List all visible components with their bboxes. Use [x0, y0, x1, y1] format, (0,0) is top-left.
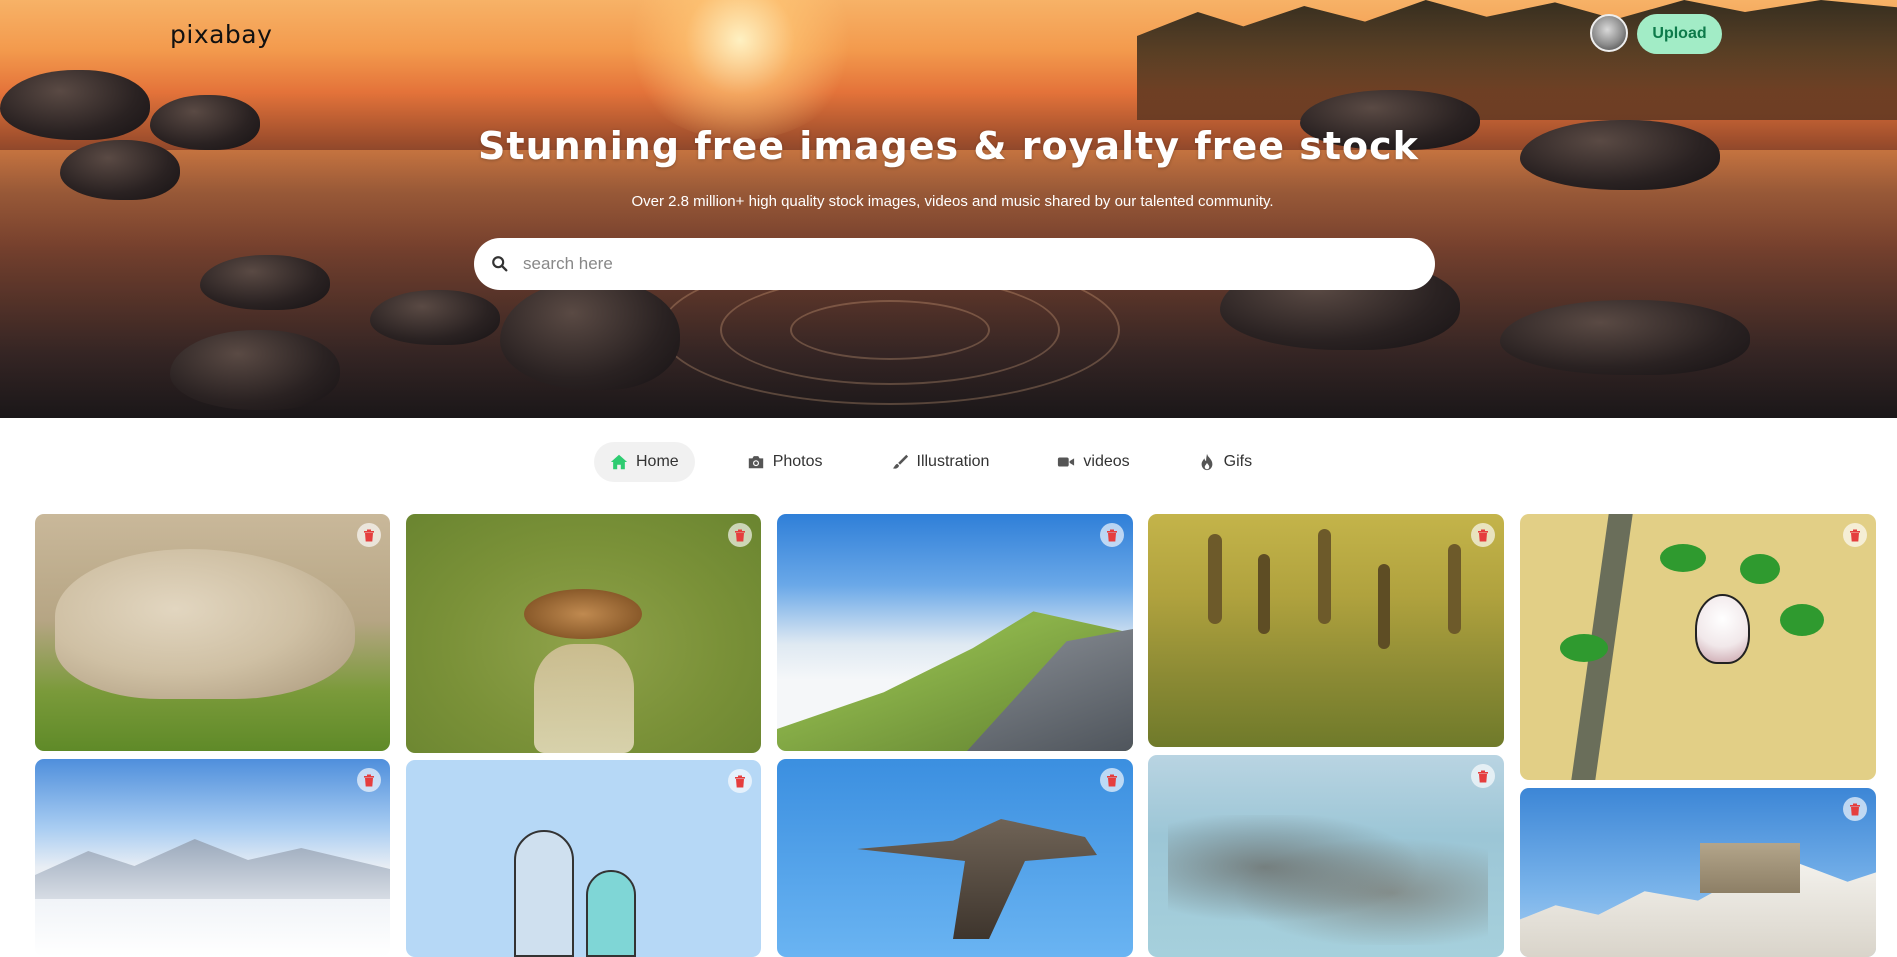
delete-button[interactable] [1471, 523, 1495, 547]
search-input[interactable] [523, 244, 1403, 284]
gallery-image[interactable] [1148, 755, 1504, 957]
image-detail [1780, 604, 1824, 636]
delete-button[interactable] [1843, 797, 1867, 821]
nav-item-label: Gifs [1223, 453, 1253, 470]
hero-rock [170, 330, 340, 410]
trash-icon [1107, 529, 1117, 541]
search-icon [492, 256, 508, 272]
image-detail [55, 549, 355, 699]
gallery-image[interactable] [406, 760, 761, 957]
image-detail [524, 589, 642, 639]
gallery-image[interactable] [1520, 788, 1876, 957]
hero-rock [200, 255, 330, 310]
image-detail [1448, 544, 1461, 634]
trash-icon [1478, 529, 1488, 541]
image-detail [1695, 594, 1750, 664]
hero-treeline [1137, 0, 1897, 120]
image-detail [586, 870, 636, 957]
nav-item-photos[interactable]: Photos [731, 442, 839, 482]
nav-item-label: Home [636, 453, 679, 470]
nav-item-label: Illustration [916, 453, 990, 470]
nav-item-home[interactable]: Home [594, 442, 695, 482]
delete-button[interactable] [728, 523, 752, 547]
image-detail [1740, 554, 1780, 584]
gallery-image[interactable] [1520, 514, 1876, 780]
delete-button[interactable] [357, 768, 381, 792]
image-detail [514, 830, 574, 957]
nav-item-gifs[interactable]: Gifs [1182, 442, 1268, 482]
trash-icon [1850, 529, 1860, 541]
fire-icon [1201, 453, 1213, 471]
image-detail [1258, 554, 1270, 634]
nav-item-illustration[interactable]: Illustration [875, 442, 1006, 482]
image-detail [1560, 634, 1608, 662]
trash-icon [735, 529, 745, 541]
search-bar[interactable] [474, 238, 1435, 290]
gallery-image[interactable] [406, 514, 761, 753]
gallery-image[interactable] [35, 514, 390, 751]
image-detail [1208, 534, 1222, 624]
gallery-image[interactable] [777, 514, 1133, 751]
delete-button[interactable] [1471, 764, 1495, 788]
hero-rock [370, 290, 500, 345]
category-nav: Home Photos Illustration videos Gifs [594, 442, 1304, 482]
upload-button[interactable]: Upload [1637, 14, 1722, 54]
paintbrush-icon [892, 454, 908, 469]
camera-icon [748, 456, 763, 469]
image-detail [35, 839, 390, 899]
trash-icon [364, 529, 374, 541]
image-detail [1660, 544, 1706, 572]
delete-button[interactable] [1100, 768, 1124, 792]
nav-item-label: videos [1083, 453, 1130, 470]
hero-banner: pixabay Upload Stunning free images & ro… [0, 0, 1897, 418]
image-detail [1700, 843, 1800, 893]
image-detail [1378, 564, 1390, 649]
trash-icon [1478, 770, 1488, 782]
trash-icon [735, 775, 745, 787]
image-detail [1168, 815, 1488, 945]
delete-button[interactable] [357, 523, 381, 547]
user-avatar[interactable] [1590, 14, 1628, 52]
gallery-image[interactable] [35, 759, 390, 957]
nav-item-videos[interactable]: videos [1041, 442, 1145, 482]
delete-button[interactable] [728, 769, 752, 793]
image-detail [1520, 863, 1876, 957]
nav-item-label: Photos [772, 453, 823, 470]
hero-ripple [790, 300, 990, 360]
gallery-image[interactable] [777, 759, 1133, 957]
hero-sun [620, 0, 860, 140]
delete-button[interactable] [1843, 523, 1867, 547]
hero-title: Stunning free images & royalty free stoc… [478, 124, 1419, 168]
image-detail [534, 644, 634, 753]
trash-icon [1850, 803, 1860, 815]
trash-icon [364, 774, 374, 786]
trash-icon [1107, 774, 1117, 786]
pixabay-logo[interactable]: pixabay [170, 20, 272, 49]
video-icon [1058, 457, 1075, 467]
image-detail [1318, 529, 1331, 624]
delete-button[interactable] [1100, 523, 1124, 547]
home-icon [610, 454, 628, 470]
hero-rock [1500, 300, 1750, 375]
hero-subtitle: Over 2.8 million+ high quality stock ima… [631, 193, 1274, 210]
hero-rock [500, 280, 680, 390]
gallery-image[interactable] [1148, 514, 1504, 747]
image-detail [857, 819, 1097, 939]
